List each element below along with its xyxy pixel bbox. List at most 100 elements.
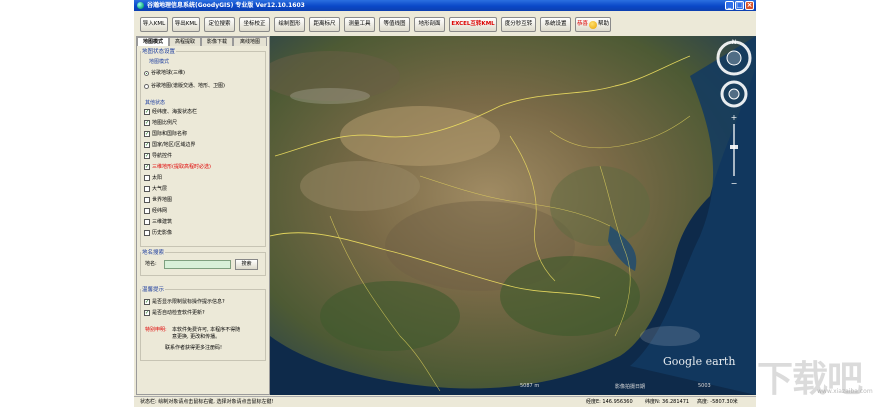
tip-mouse-hint-checkbox[interactable]: ✓ 是否显示限制鼠标操作提示信息? xyxy=(144,298,225,306)
import-kml-button[interactable]: 导入KML xyxy=(140,17,168,32)
checkbox-empty-icon xyxy=(144,197,150,203)
place-name-label: 地名: xyxy=(145,261,157,267)
eye-altitude-text: 5003 xyxy=(698,383,711,389)
option-3d-buildings-checkbox[interactable]: 三维建筑 xyxy=(144,218,172,226)
settings-label: 系统设置 xyxy=(544,21,567,27)
status-bar: 状态栏: 绘制对象请点击鼠标右键, 选择对象请点击鼠标左键! 经度E: 146.… xyxy=(134,396,756,407)
watermark: 下载吧 www.xiazaiba.com xyxy=(757,348,893,400)
tip-auto-update-label: 是否自动检查软件更新? xyxy=(152,310,205,316)
place-search-button-label: 搜索 xyxy=(241,261,252,267)
option-graticule-checkbox[interactable]: 经纬网 xyxy=(144,207,167,215)
mode-google-map-label: 谷歌地图(谱版交通、地形、卫图) xyxy=(151,83,225,89)
measure-tool-label: 测量工具 xyxy=(348,21,371,27)
option-history-imagery-checkbox[interactable]: 历史影像 xyxy=(144,229,172,237)
option-place-names-label: 国际和国际名称 xyxy=(152,131,188,137)
option-borders-checkbox[interactable]: ✓ 国家/地区/区域边界 xyxy=(144,141,195,149)
option-place-names-checkbox[interactable]: ✓ 国际和国际名称 xyxy=(144,130,187,138)
google-earth-logo: Google earth xyxy=(663,355,736,368)
excel-kml-button[interactable]: EXCEL互转KML xyxy=(449,17,497,32)
place-name-input[interactable] xyxy=(164,260,231,269)
coord-correct-label: 坐标校正 xyxy=(243,21,266,27)
dms-convert-label: 度分秒互转 xyxy=(504,21,533,27)
longitude-readout: 经度E: 146.956360 xyxy=(586,399,633,405)
checkbox-checked-icon: ✓ xyxy=(144,164,150,170)
checkbox-checked-icon: ✓ xyxy=(144,142,150,148)
option-world-map-label: 世界地图 xyxy=(152,197,173,203)
locate-search-label: 定位搜索 xyxy=(208,21,231,27)
mode-google-map-radio[interactable]: 谷歌地图(谱版交通、地形、卫图) xyxy=(144,82,225,90)
option-nav-control-checkbox[interactable]: ✓ 导航控件 xyxy=(144,152,172,160)
map-status-title: 地图状态设置 xyxy=(141,47,177,55)
distance-ruler-button[interactable]: 距离标尺 xyxy=(309,17,340,32)
place-search-button[interactable]: 搜索 xyxy=(235,259,258,270)
title-bar[interactable]: 谷瀚地理信息系统(GoodyGIS) 专业版 Ver12.10.1603 _ □… xyxy=(134,0,756,11)
option-borders-label: 国家/地区/区域边界 xyxy=(152,142,196,148)
minimize-button[interactable]: _ xyxy=(725,1,734,10)
option-sun-label: 太阳 xyxy=(152,175,163,181)
satellite-imagery: N + − xyxy=(270,36,756,395)
option-3d-terrain-checkbox[interactable]: ✓ 三维地形(提取高程时必选) xyxy=(144,163,211,171)
latitude-readout: 纬度N: 36.281471 xyxy=(645,399,690,405)
notice-line-1: 本软件免费许可, 本程序不得随 xyxy=(172,327,241,333)
notice-label: 特别申明: xyxy=(145,327,167,333)
tips-title: 温馨提示 xyxy=(141,285,166,293)
option-3d-terrain-label: 三维地形(提取高程时必选) xyxy=(152,164,211,170)
tab-image-download-label: 影像下载 xyxy=(206,39,227,45)
close-button[interactable]: × xyxy=(745,1,754,10)
tab-offline-map-label: 离线地图 xyxy=(239,39,260,45)
option-atmosphere-checkbox[interactable]: 大气层 xyxy=(144,185,167,193)
option-graticule-label: 经纬网 xyxy=(152,208,168,214)
help-button[interactable]: 恭喜 帮助 xyxy=(575,17,611,32)
other-status-group-title: 其他状态 xyxy=(145,100,166,106)
coord-correct-button[interactable]: 坐标校正 xyxy=(239,17,270,32)
draw-shape-button[interactable]: 绘制图形 xyxy=(274,17,305,32)
mode-google-earth-radio[interactable]: 谷歌地球(三维) xyxy=(144,69,185,77)
checkbox-empty-icon xyxy=(144,175,150,181)
terrain-profile-label: 地形剖面 xyxy=(418,21,441,27)
radio-unselected-icon xyxy=(144,83,149,89)
contour-button[interactable]: 等值线图 xyxy=(379,17,410,32)
option-scale-label: 地图比例尺 xyxy=(152,120,178,126)
locate-search-button[interactable]: 定位搜索 xyxy=(204,17,235,32)
export-kml-button[interactable]: 导出KML xyxy=(172,17,200,32)
option-3d-buildings-label: 三维建筑 xyxy=(152,219,173,225)
checkbox-empty-icon xyxy=(144,219,150,225)
map-scale-text: 5087 m xyxy=(520,383,540,389)
tab-map-mode-label: 地图模式 xyxy=(142,39,163,45)
option-atmosphere-label: 大气层 xyxy=(152,186,168,192)
checkbox-empty-icon xyxy=(144,208,150,214)
app-globe-icon xyxy=(137,2,144,9)
option-sun-checkbox[interactable]: 太阳 xyxy=(144,174,162,182)
smiley-icon xyxy=(589,20,597,29)
toolbar: 导入KML 导出KML 定位搜索 坐标校正 绘制图形 距离标尺 测量工具 等值线… xyxy=(134,12,756,36)
dms-convert-button[interactable]: 度分秒互转 xyxy=(501,17,536,32)
checkbox-checked-icon: ✓ xyxy=(144,120,150,126)
terrain-profile-button[interactable]: 地形剖面 xyxy=(414,17,445,32)
option-lat-lon-status-checkbox[interactable]: ✓ 经纬度、海拔状态栏 xyxy=(144,108,197,116)
help-prefix-label: 恭喜 xyxy=(576,21,588,27)
option-lat-lon-status-label: 经纬度、海拔状态栏 xyxy=(152,109,198,115)
tab-elevation-label: 高程提取 xyxy=(174,39,195,45)
tip-auto-update-checkbox[interactable]: ✓ 是否自动检查软件更新? xyxy=(144,309,205,317)
app-window: 谷瀚地理信息系统(GoodyGIS) 专业版 Ver12.10.1603 _ □… xyxy=(134,0,756,407)
help-label: 帮助 xyxy=(598,21,610,27)
earth-map-view[interactable]: N + − Google earth 5087 m 影像拍摄日期 5003 xyxy=(270,36,756,395)
panel-tabs: 地图模式 高程提取 影像下载 离线地图 xyxy=(137,37,269,46)
option-scale-checkbox[interactable]: ✓ 地图比例尺 xyxy=(144,119,177,127)
maximize-button[interactable]: □ xyxy=(735,1,744,10)
notice-line-3: 联系作者获得更多注册码! xyxy=(165,345,223,351)
mode-google-earth-label: 谷歌地球(三维) xyxy=(151,70,185,76)
checkbox-empty-icon xyxy=(144,186,150,192)
settings-button[interactable]: 系统设置 xyxy=(540,17,571,32)
measure-tool-button[interactable]: 测量工具 xyxy=(344,17,375,32)
radio-selected-icon xyxy=(144,70,149,76)
tab-map-mode[interactable]: 地图模式 xyxy=(137,37,169,46)
altitude-readout: 高度: -5807.30米 xyxy=(697,399,738,405)
tab-elevation[interactable]: 高程提取 xyxy=(169,37,201,46)
tab-image-download[interactable]: 影像下载 xyxy=(201,37,233,46)
option-world-map-checkbox[interactable]: 世界地图 xyxy=(144,196,172,204)
tab-offline-map[interactable]: 离线地图 xyxy=(233,37,267,46)
option-history-imagery-label: 历史影像 xyxy=(152,230,173,236)
imagery-date-text: 影像拍摄日期 xyxy=(615,384,646,390)
window-title: 谷瀚地理信息系统(GoodyGIS) 专业版 Ver12.10.1603 xyxy=(147,2,305,9)
